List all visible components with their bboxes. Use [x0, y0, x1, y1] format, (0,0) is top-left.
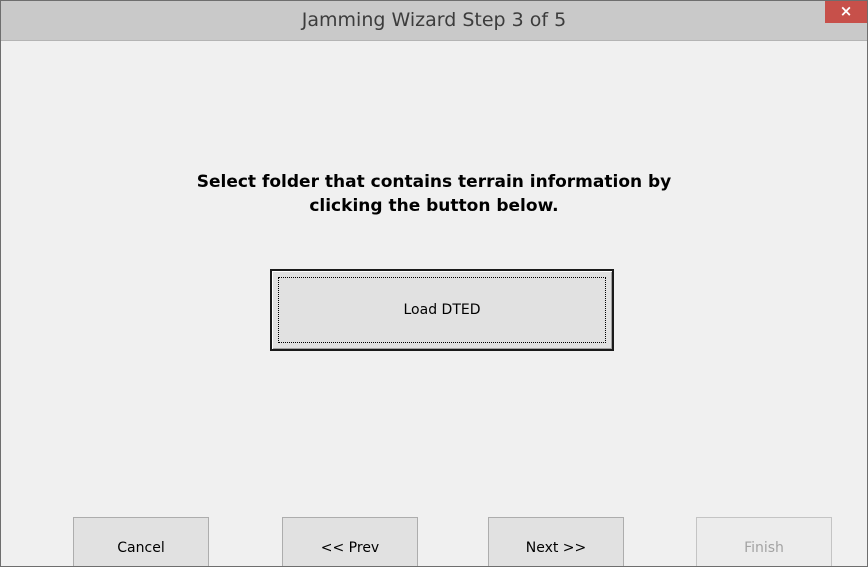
close-button[interactable]: × — [825, 1, 867, 23]
next-button[interactable]: Next >> — [488, 517, 624, 566]
cancel-button-label: Cancel — [117, 540, 165, 556]
load-dted-button[interactable]: Load DTED — [270, 269, 614, 351]
load-dted-button-label: Load DTED — [403, 302, 481, 318]
finish-button-label: Finish — [744, 540, 784, 556]
close-icon: × — [839, 2, 853, 20]
prev-button[interactable]: << Prev — [282, 517, 418, 566]
instruction-text: Select folder that contains terrain info… — [131, 170, 737, 218]
instruction-line-2: clicking the button below. — [309, 196, 559, 216]
instruction-line-1: Select folder that contains terrain info… — [196, 172, 672, 192]
next-button-label: Next >> — [525, 540, 587, 556]
title-bar[interactable]: Jamming Wizard Step 3 of 5 × — [1, 1, 867, 41]
cancel-button[interactable]: Cancel — [73, 517, 209, 566]
window-title: Jamming Wizard Step 3 of 5 — [301, 9, 567, 31]
finish-button[interactable]: Finish — [696, 517, 832, 566]
wizard-dialog: Jamming Wizard Step 3 of 5 × Select fold… — [0, 0, 868, 567]
prev-button-label: << Prev — [320, 540, 380, 556]
